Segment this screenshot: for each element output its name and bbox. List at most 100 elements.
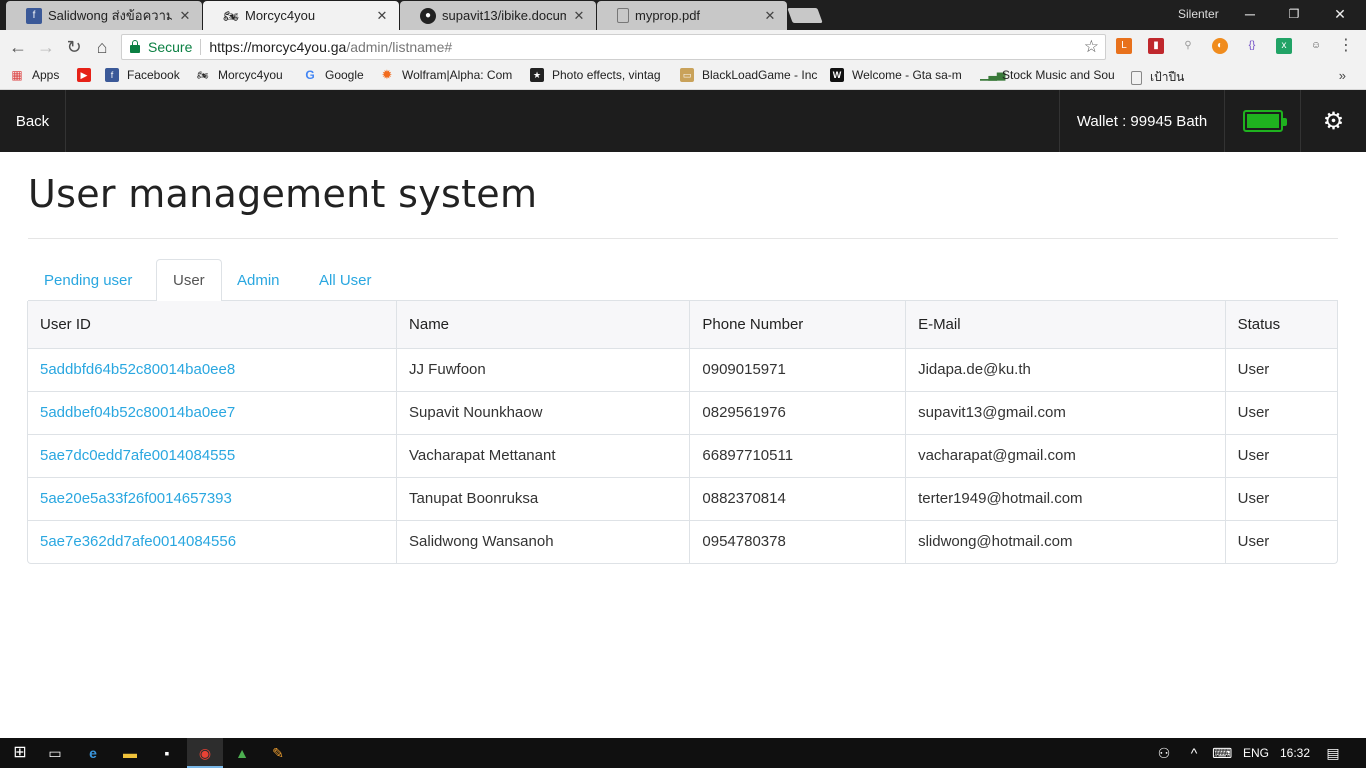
bookmark-label: Photo effects, vintag <box>552 68 661 82</box>
user-name: Vacharapat Mettanant <box>396 433 690 477</box>
user-id-link[interactable]: 5addbfd64b52c80014ba0ee8 <box>28 348 397 391</box>
browser-tab-morcyc4you[interactable]: 🏍 Morcyc4you ✕ <box>203 1 399 30</box>
bookmark-welcome-gta[interactable]: W Welcome - Gta sa-m <box>830 68 968 82</box>
reload-icon[interactable]: ↻ <box>63 36 85 58</box>
close-tab-icon[interactable]: ✕ <box>178 8 192 24</box>
tab-title: supavit13/ibike.documen <box>442 8 566 23</box>
table-row: 5addbfd64b52c80014ba0ee8 JJ Fuwfoon 0909… <box>28 348 1337 391</box>
bookmark-google[interactable]: G Google <box>303 68 363 82</box>
blackload-icon: ▭ <box>680 68 694 82</box>
clock[interactable]: 16:32 <box>1280 746 1310 760</box>
battery-icon <box>1242 110 1287 132</box>
extension-icon[interactable]: {} <box>1244 38 1260 54</box>
back-button[interactable]: Back <box>0 90 66 152</box>
app-icon[interactable]: ▲ <box>232 743 252 763</box>
bookmarks-bar: ▦ Apps ▶ f Facebook 🏍 Morcyc4you G Googl… <box>0 63 1366 90</box>
user-status: User <box>1224 476 1337 520</box>
user-id-link[interactable]: 5ae7e362dd7afe0014084556 <box>28 519 397 563</box>
user-email: Jidapa.de@ku.th <box>905 348 1226 391</box>
more-bookmarks-icon[interactable]: » <box>1339 68 1346 83</box>
windows-start-icon[interactable]: ⊞ <box>10 743 30 763</box>
user-status: User <box>1224 519 1337 563</box>
bookmark-label: BlackLoadGame - Inc <box>702 68 818 82</box>
tab-pending-user[interactable]: Pending user <box>28 259 148 301</box>
keyboard-icon[interactable]: ⌨ <box>1212 743 1232 763</box>
bookmark-photo-effects[interactable]: ★ Photo effects, vintag <box>530 68 666 82</box>
bookmark-wolfram[interactable]: ✹ Wolfram|Alpha: Com <box>380 68 520 82</box>
extension-icon[interactable]: L <box>1116 38 1132 54</box>
header-phone: Phone Number <box>689 301 906 349</box>
user-status: User <box>1224 390 1337 434</box>
close-window-icon[interactable]: ✕ <box>1318 0 1362 28</box>
bookmark-label: Wolfram|Alpha: Com <box>402 68 513 82</box>
user-email: supavit13@gmail.com <box>905 390 1226 434</box>
extension-icon[interactable]: x <box>1276 38 1292 54</box>
facebook-icon: f <box>26 7 42 24</box>
user-email: terter1949@hotmail.com <box>905 476 1226 520</box>
extension-icon[interactable]: ▮ <box>1148 38 1164 54</box>
profile-name[interactable]: Silenter <box>1178 7 1219 21</box>
bookmark-apps[interactable]: ▦ Apps <box>10 68 59 82</box>
bookmark-stock-music[interactable]: ▁▃▅ Stock Music and Sou <box>980 68 1119 82</box>
people-icon[interactable]: ⚇ <box>1154 743 1174 763</box>
app-navbar: Back Wallet : 99945 Bath ⚙ <box>0 90 1366 152</box>
bookmark-youtube[interactable]: ▶ <box>77 68 99 82</box>
tab-all-user[interactable]: All User <box>303 259 388 301</box>
table-row: 5ae7e362dd7afe0014084556 Salidwong Wansa… <box>28 519 1337 563</box>
extension-icon[interactable]: ⚲ <box>1180 38 1196 54</box>
secure-label: Secure <box>148 39 193 55</box>
minimize-icon[interactable]: ─ <box>1228 0 1272 28</box>
w-icon: W <box>830 68 844 82</box>
restore-icon[interactable]: ❐ <box>1272 0 1316 28</box>
apps-grid-icon: ▦ <box>11 68 23 82</box>
browser-tab-github[interactable]: ● supavit13/ibike.documen ✕ <box>400 1 596 30</box>
star-icon: ★ <box>530 68 544 82</box>
back-arrow-icon[interactable]: ← <box>7 36 29 58</box>
browser-toolbar: ← → ↻ ⌂ Secure https://morcyc4you.ga/adm… <box>0 30 1366 63</box>
user-id-link[interactable]: 5ae20e5a33f26f0014657393 <box>28 476 397 520</box>
table-header-row: User ID Name Phone Number E-Mail Status <box>28 301 1337 349</box>
extension-icon[interactable]: ☺ <box>1308 38 1324 54</box>
home-icon[interactable]: ⌂ <box>91 36 113 58</box>
command-prompt-icon[interactable]: ▪ <box>157 743 177 763</box>
close-tab-icon[interactable]: ✕ <box>572 8 586 24</box>
tab-admin[interactable]: Admin <box>221 259 296 301</box>
bookmark-star-icon[interactable]: ☆ <box>1084 37 1099 57</box>
tab-user[interactable]: User <box>156 259 222 302</box>
settings-gear-icon[interactable]: ⚙ <box>1301 90 1366 152</box>
menu-icon[interactable]: ⋮ <box>1338 38 1354 54</box>
file-explorer-icon[interactable]: ▬ <box>120 743 140 763</box>
chrome-icon[interactable]: ◉ <box>195 743 215 763</box>
address-bar[interactable]: Secure https://morcyc4you.ga/admin/listn… <box>121 34 1106 60</box>
bookmark-blackloadgame[interactable]: ▭ BlackLoadGame - Inc <box>680 68 818 82</box>
user-phone: 66897710511 <box>689 433 906 477</box>
new-tab-button[interactable] <box>787 8 823 23</box>
user-status: User <box>1224 348 1337 391</box>
user-id-link[interactable]: 5addbef04b52c80014ba0ee7 <box>28 390 397 434</box>
edge-icon[interactable]: e <box>83 743 103 763</box>
bookmark-facebook[interactable]: f Facebook <box>105 68 180 82</box>
browser-tab-facebook[interactable]: f Salidwong ส่งข้อความถึง Sr ✕ <box>6 1 202 30</box>
user-type-tabs: Pending user User Admin All User <box>28 259 1338 302</box>
paint-icon[interactable]: ✎ <box>268 743 288 763</box>
bookmark-morcyc4you[interactable]: 🏍 Morcyc4you <box>196 68 283 82</box>
user-phone: 0829561976 <box>689 390 906 434</box>
user-id-link[interactable]: 5ae7dc0edd7afe0014084555 <box>28 433 397 477</box>
tray-chevron-icon[interactable]: ^ <box>1184 743 1204 763</box>
notification-icon[interactable]: ▤ <box>1323 743 1343 763</box>
forward-arrow-icon[interactable]: → <box>35 36 57 58</box>
youtube-icon: ▶ <box>77 68 91 82</box>
bookmark-thai[interactable]: เป้าปืน <box>1131 68 1184 87</box>
browser-tab-pdf[interactable]: myprop.pdf ✕ <box>597 1 787 30</box>
close-tab-icon[interactable]: ✕ <box>763 8 777 24</box>
task-view-icon[interactable]: ▭ <box>45 743 65 763</box>
bookmark-label: Morcyc4you <box>218 68 283 82</box>
user-name: JJ Fuwfoon <box>396 348 690 391</box>
language-indicator[interactable]: ENG <box>1243 746 1269 760</box>
user-status: User <box>1224 433 1337 477</box>
extension-icon[interactable]: ◐ <box>1212 38 1228 54</box>
tab-title: myprop.pdf <box>635 8 701 23</box>
user-phone: 0909015971 <box>689 348 906 391</box>
close-tab-icon[interactable]: ✕ <box>375 8 389 24</box>
google-icon: G <box>305 68 315 82</box>
